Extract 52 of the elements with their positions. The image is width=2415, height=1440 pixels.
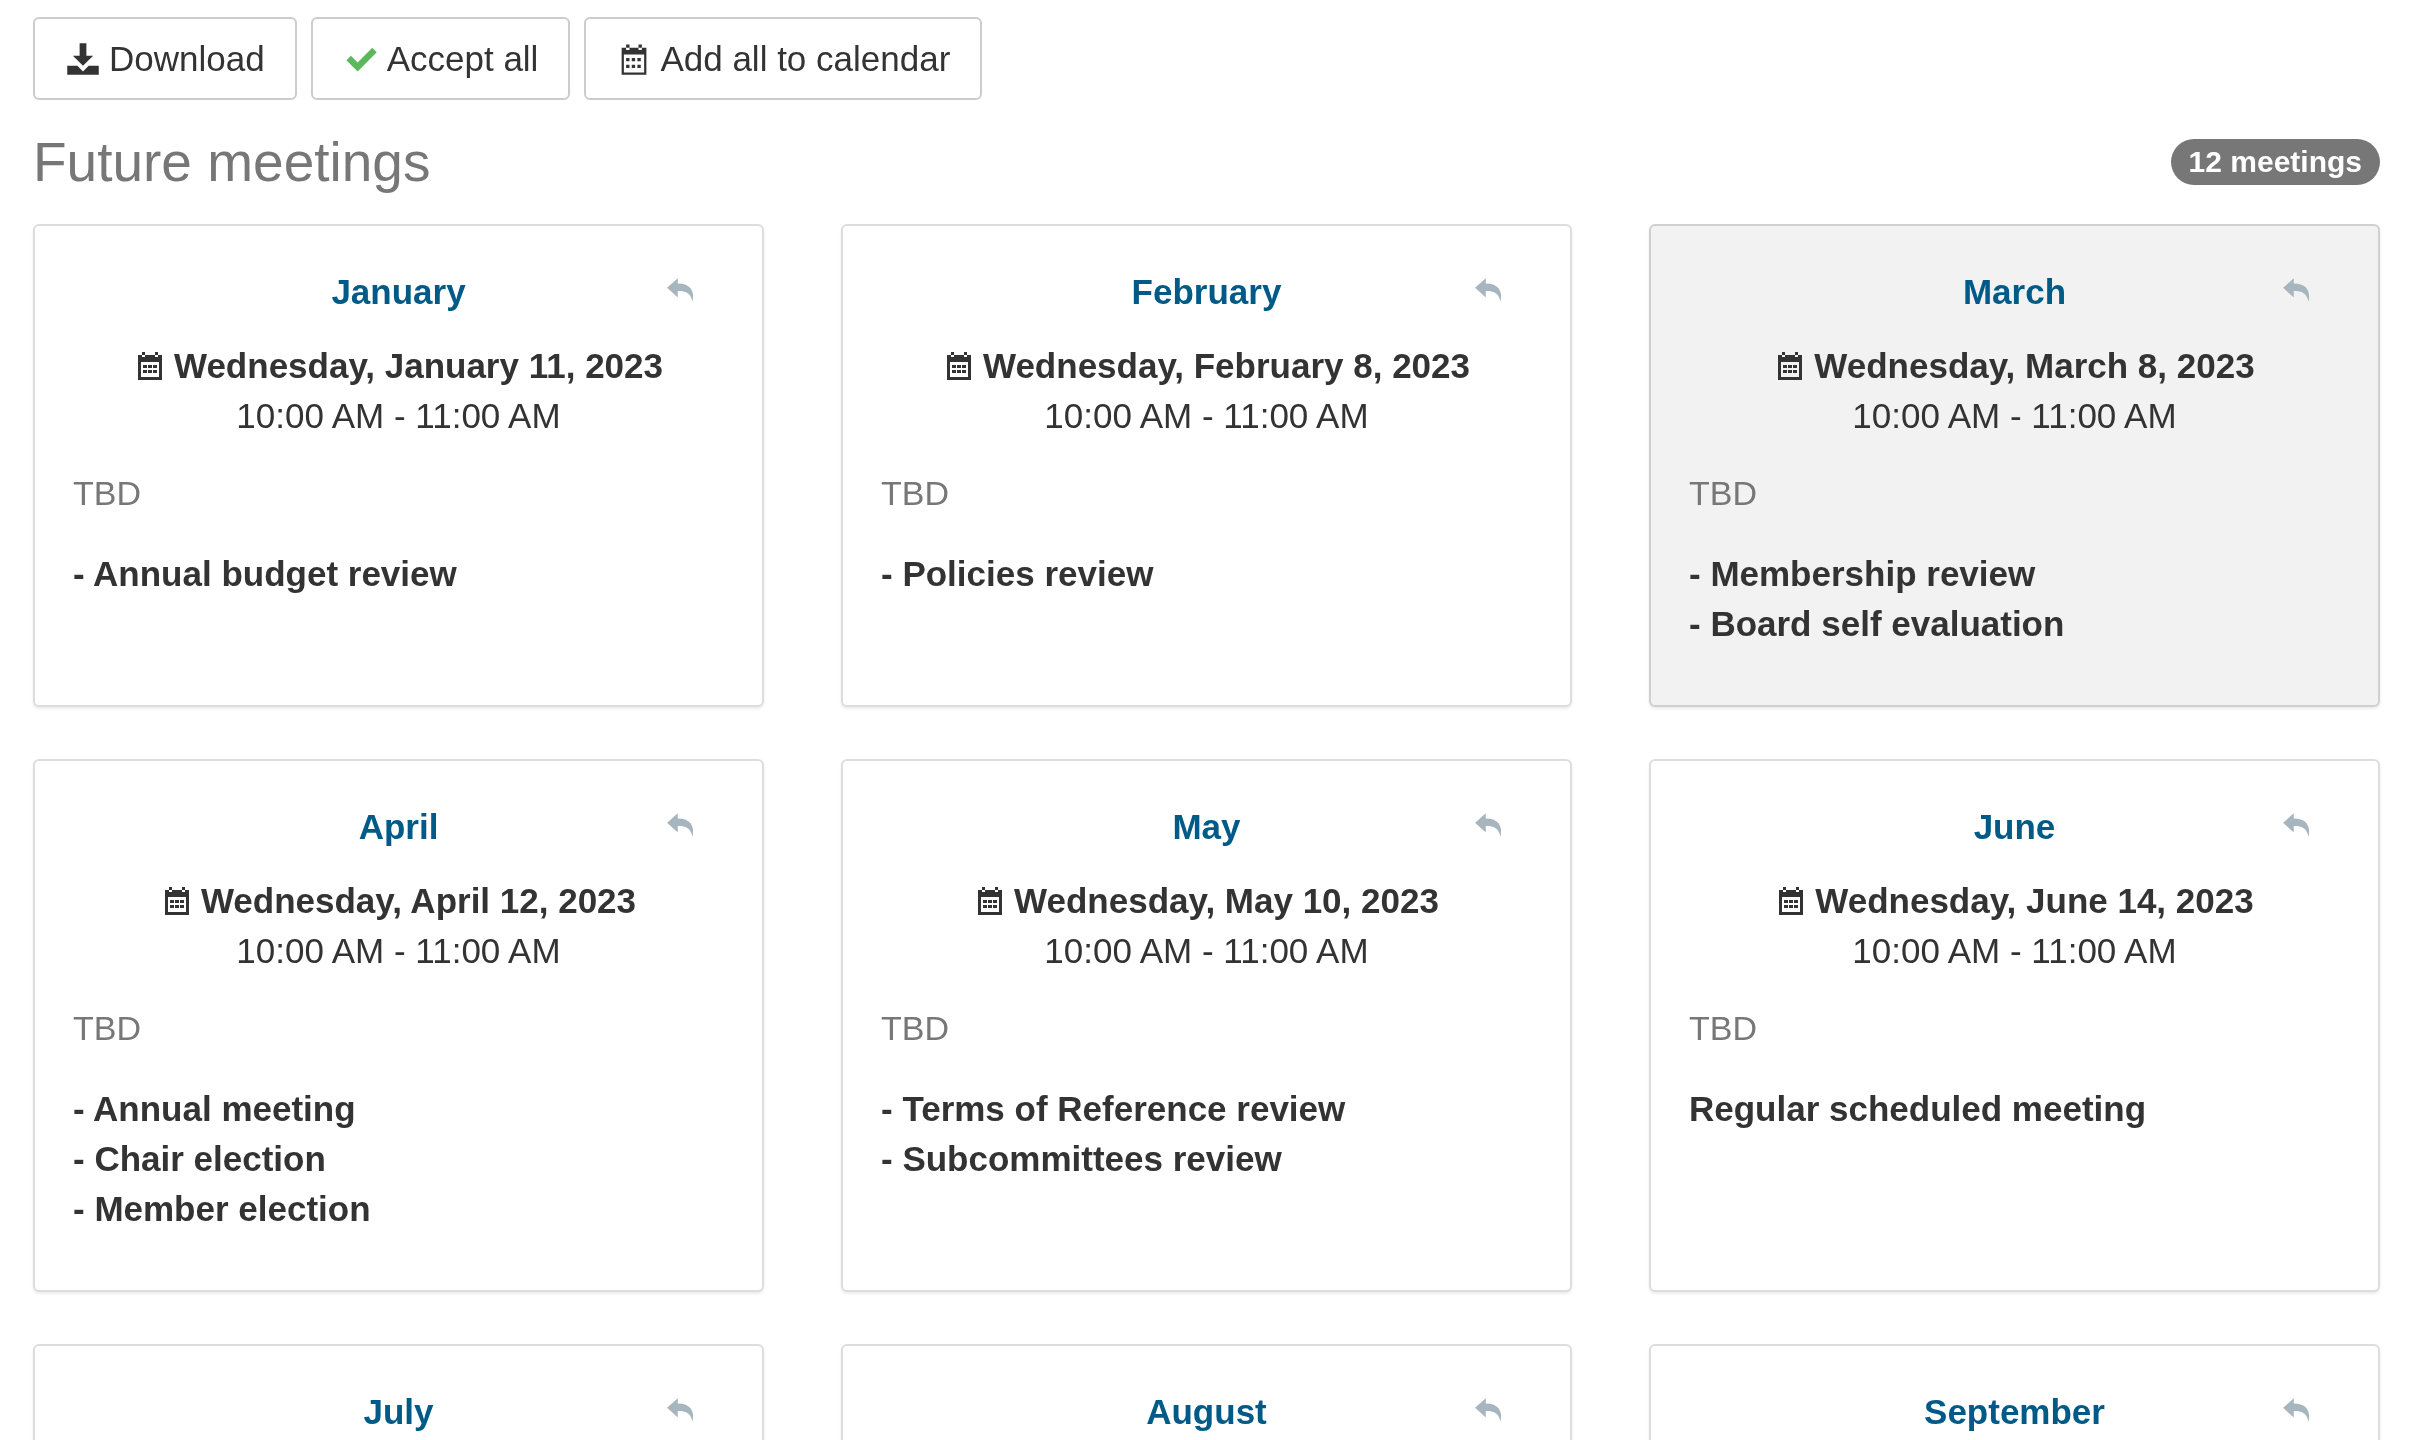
agenda-item: Regular scheduled meeting [1689, 1088, 2148, 1130]
month-title: January [331, 272, 466, 312]
meeting-time: 10:00 AM - 11:00 AM [235, 931, 562, 971]
agenda-item: - Annual meeting [73, 1088, 357, 1130]
agenda-item: - Chair election [73, 1138, 327, 1180]
meeting-card[interactable]: May Wednesday, May 10, 2023 10:00 AM - 11:00 AM TBD - Terms of Reference review - Subcommittees review [841, 759, 1572, 1292]
meeting-date: Wednesday, February 8, 2023 [983, 346, 1470, 386]
agenda-item: - Policies review [881, 553, 1155, 595]
meeting-location: TBD [73, 474, 142, 513]
calendar-button[interactable]: Add all to calendar [584, 17, 983, 100]
month-title: July [363, 1392, 434, 1432]
meeting-date: Wednesday, June 14, 2023 [1815, 881, 2254, 921]
agenda-item: - Member election [73, 1188, 372, 1230]
meeting-location: TBD [1689, 1009, 1758, 1048]
meeting-time: 10:00 AM - 11:00 AM [1851, 396, 2178, 436]
month-title: February [1131, 272, 1282, 312]
meeting-time: 10:00 AM - 11:00 AM [1043, 931, 1370, 971]
month-title: March [1962, 272, 2067, 312]
meeting-location: TBD [881, 474, 950, 513]
meeting-card[interactable]: March Wednesday, March 8, 2023 10:00 AM - 11:00 AM TBD - Membership review - Board self evaluation [1649, 224, 2380, 707]
month-title: August [1146, 1392, 1267, 1432]
accept-button[interactable]: Accept all [310, 17, 571, 100]
month-title: April [358, 807, 439, 847]
meeting-card[interactable]: February Wednesday, February 8, 2023 10:00 AM - 11:00 AM TBD - Policies review [841, 224, 1572, 707]
download-icon [65, 40, 101, 77]
meeting-card[interactable]: July [33, 1344, 764, 1440]
month-title: June [1973, 807, 2056, 847]
meeting-time: 10:00 AM - 11:00 AM [1851, 931, 2178, 971]
download-button[interactable]: Download [33, 17, 297, 100]
meeting-date: Wednesday, March 8, 2023 [1814, 346, 2255, 386]
meeting-count-badge: 12 meetings [2170, 139, 2380, 185]
meeting-time: 10:00 AM - 11:00 AM [1043, 396, 1370, 436]
section-title: Future meetings [33, 130, 431, 194]
meeting-date: Wednesday, January 11, 2023 [174, 346, 663, 386]
meeting-date: Wednesday, April 12, 2023 [200, 881, 637, 921]
meeting-location: TBD [73, 1009, 142, 1048]
meeting-time: 10:00 AM - 11:00 AM [235, 396, 562, 436]
meeting-location: TBD [881, 1009, 950, 1048]
agenda-item: - Annual budget review [73, 553, 458, 595]
agenda-item: - Subcommittees review [881, 1138, 1283, 1180]
meeting-card[interactable]: August [841, 1344, 1572, 1440]
agenda-item: - Membership review [1689, 553, 2037, 595]
meeting-card[interactable]: April Wednesday, April 12, 2023 10:00 AM - 11:00 AM TBD - Annual meeting - Chair election - Member election [33, 759, 764, 1292]
month-title: May [1172, 807, 1241, 847]
meeting-card[interactable]: January Wednesday, January 11, 2023 10:00 AM - 11:00 AM TBD - Annual budget review [33, 224, 764, 707]
agenda-item: - Terms of Reference review [881, 1088, 1347, 1130]
meeting-date: Wednesday, May 10, 2023 [1014, 881, 1439, 921]
meeting-card[interactable]: September [1649, 1344, 2380, 1440]
meeting-location: TBD [1689, 474, 1758, 513]
meeting-card[interactable]: June Wednesday, June 14, 2023 10:00 AM - 11:00 AM TBD Regular scheduled meeting [1649, 759, 2380, 1292]
agenda-item: - Board self evaluation [1689, 603, 2066, 645]
month-title: September [1924, 1392, 2105, 1432]
